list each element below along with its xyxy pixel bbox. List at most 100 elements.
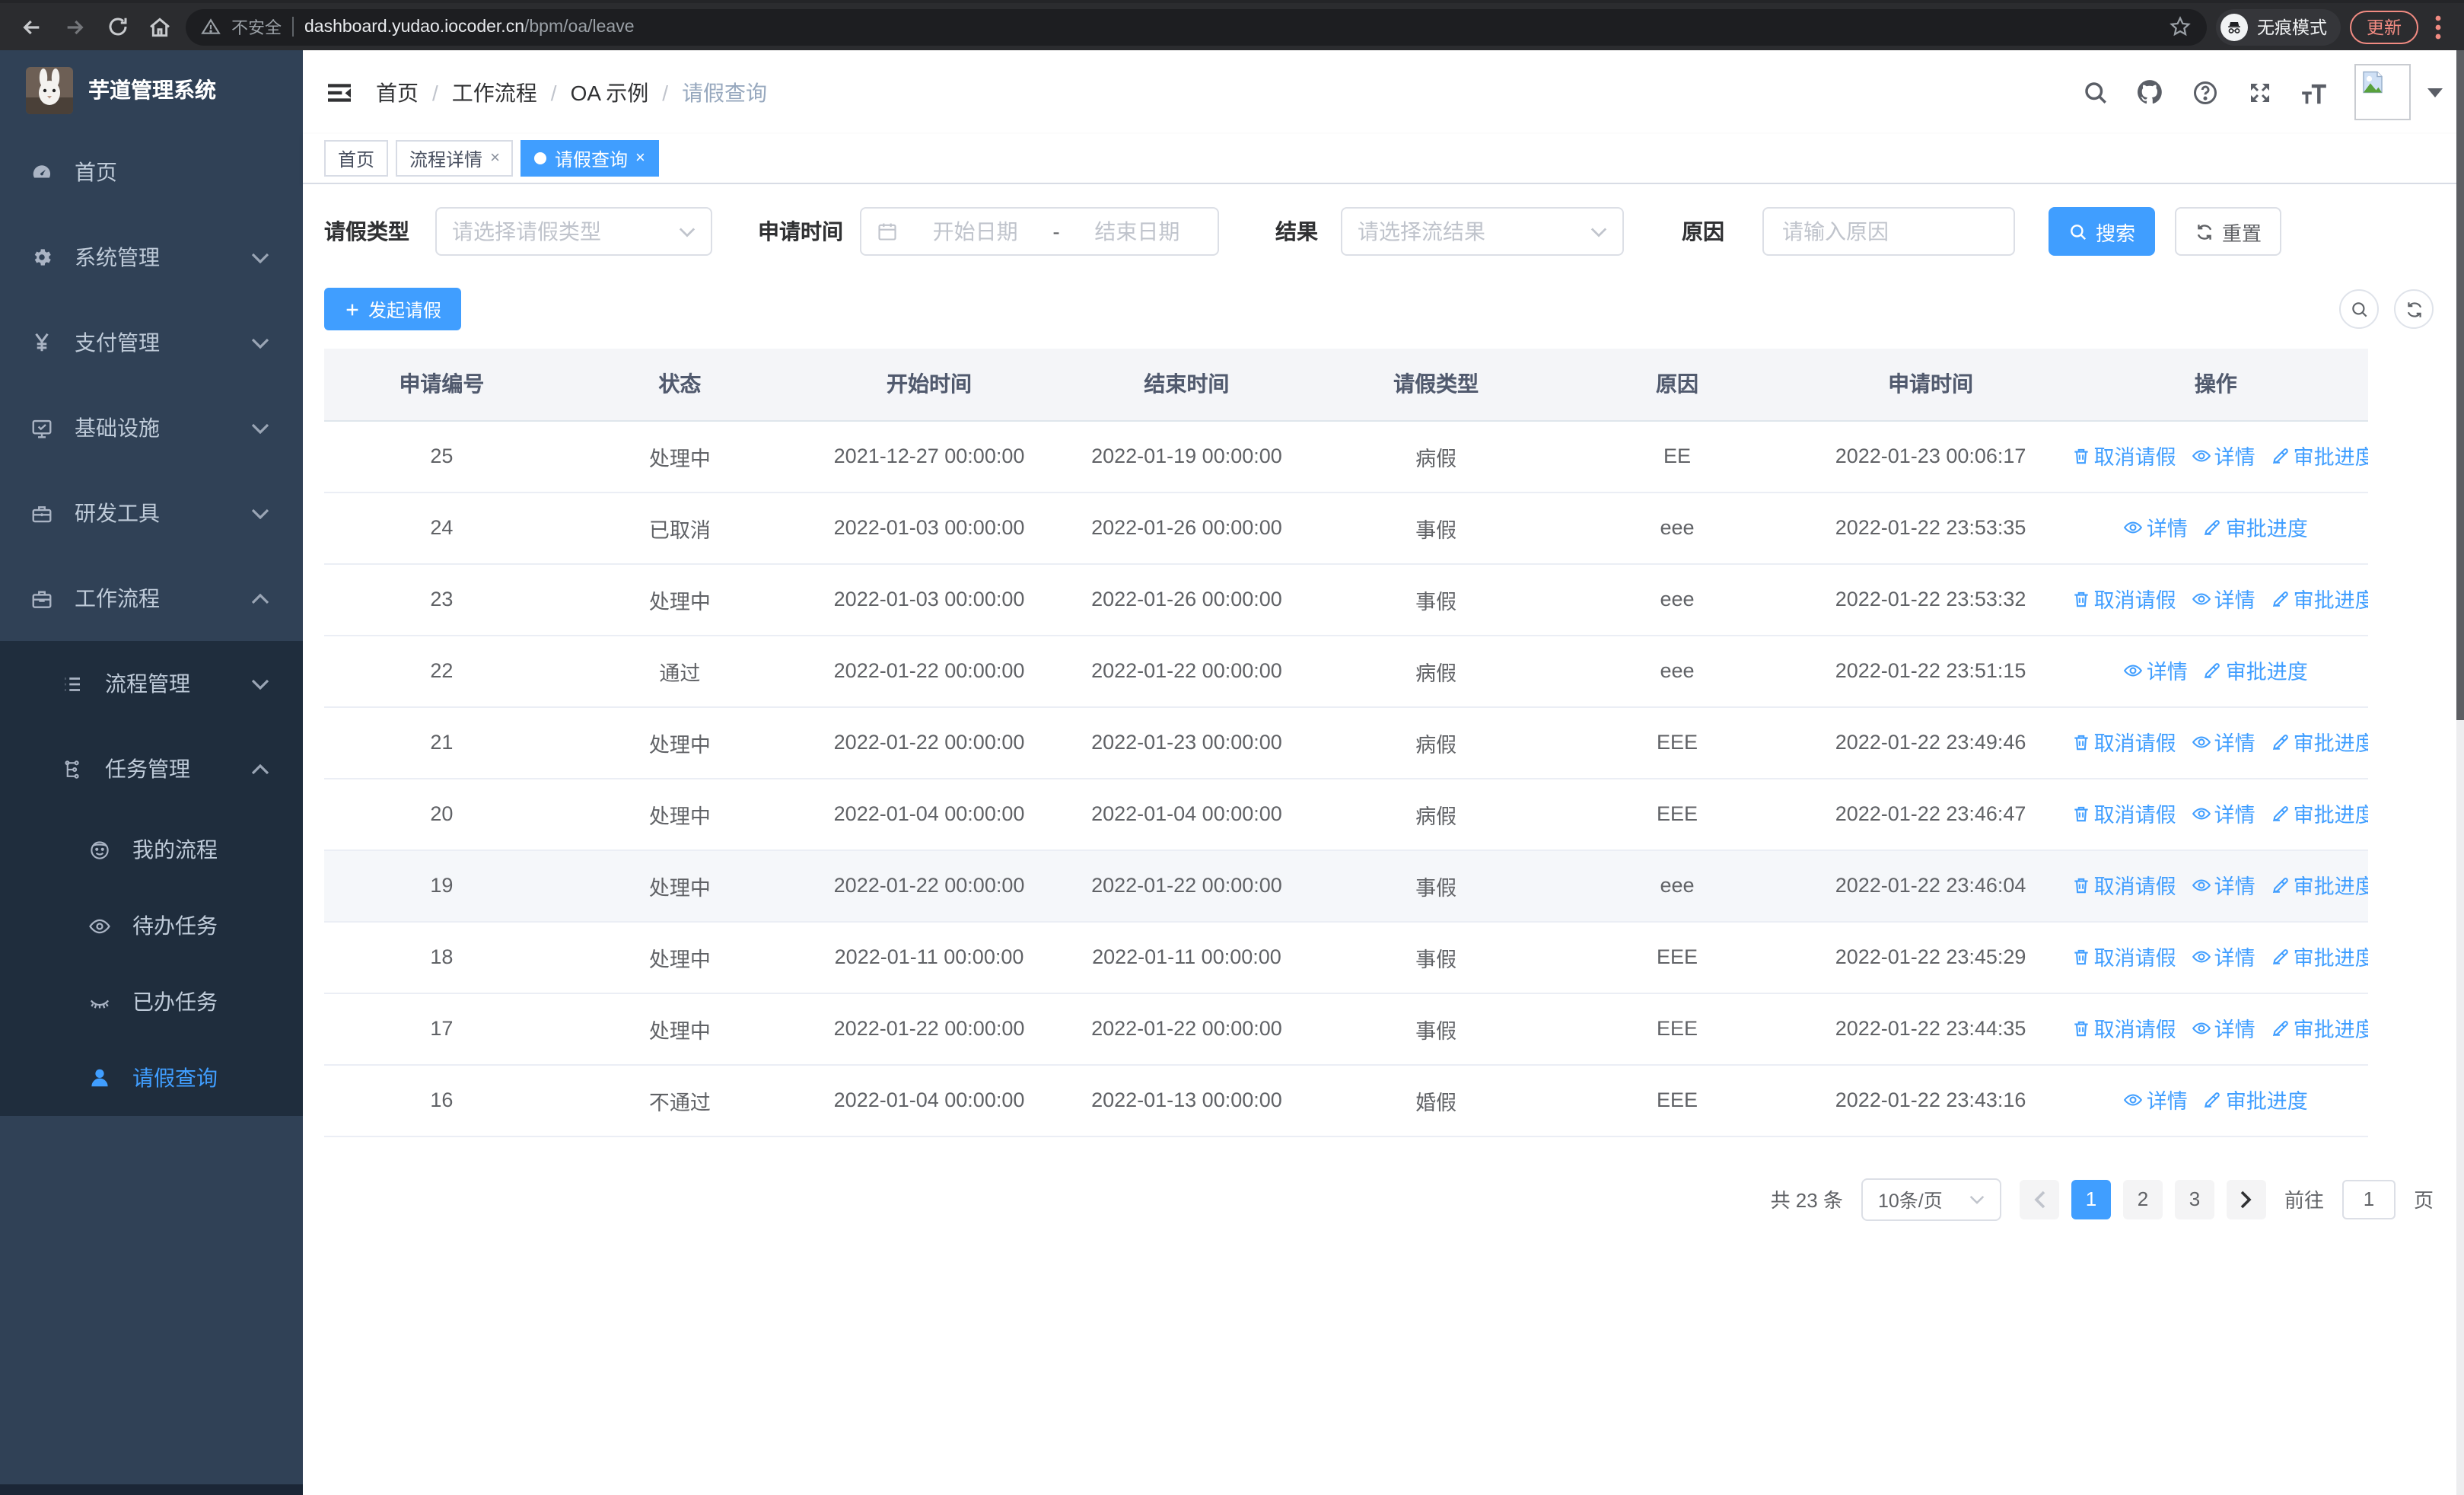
progress-action-link[interactable]: 审批进度 (2271, 942, 2368, 972)
progress-action-link[interactable]: 审批进度 (2203, 512, 2308, 543)
cell-start-time: 2021-12-27 00:00:00 (800, 420, 1059, 492)
toolbox-icon (30, 502, 53, 524)
progress-action-link[interactable]: 审批进度 (2271, 870, 2368, 901)
sidebar-item-dev-tools[interactable]: 研发工具 (0, 470, 303, 556)
font-size-icon[interactable] (2300, 78, 2329, 107)
sidebar-item-system-mgmt[interactable]: 系统管理 (0, 215, 303, 300)
result-select[interactable]: 请选择流结果 (1341, 207, 1624, 256)
action-label: 取消请假 (2093, 589, 2176, 613)
help-icon[interactable] (2190, 78, 2219, 107)
table-row[interactable]: 18 处理中 2022-01-11 00:00:00 2022-01-11 00:00… (324, 921, 2368, 993)
detail-action-link[interactable]: 详情 (2192, 727, 2255, 757)
table-row[interactable]: 24 已取消 2022-01-03 00:00:00 2022-01-26 00:00… (324, 492, 2368, 564)
next-page-button[interactable] (2226, 1179, 2266, 1219)
bookmark-star-icon[interactable] (2169, 15, 2192, 38)
progress-action-link[interactable]: 审批进度 (2203, 655, 2308, 686)
detail-action-link[interactable]: 详情 (2192, 584, 2255, 614)
cancel-action-link[interactable]: 取消请假 (2071, 942, 2176, 972)
url-bar[interactable]: 不安全 dashboard.yudao.iocoder.cn/bpm/oa/le… (186, 8, 2207, 45)
sidebar-item-infrastructure[interactable]: 基础设施 (0, 385, 303, 470)
detail-action-link[interactable]: 详情 (2192, 942, 2255, 972)
detail-action-link[interactable]: 详情 (2192, 1013, 2255, 1044)
progress-action-link[interactable]: 审批进度 (2271, 727, 2368, 757)
apply-time-range[interactable]: 开始日期 - 结束日期 (860, 207, 1219, 256)
github-icon[interactable] (2135, 78, 2164, 107)
scrollbar-thumb[interactable] (2456, 50, 2464, 720)
table-row[interactable]: 20 处理中 2022-01-04 00:00:00 2022-01-04 00:00… (324, 778, 2368, 850)
progress-action-link[interactable]: 审批进度 (2271, 441, 2368, 471)
table-row[interactable]: 23 处理中 2022-01-03 00:00:00 2022-01-26 00:00… (324, 563, 2368, 636)
page-button-3[interactable]: 3 (2174, 1179, 2214, 1219)
page-button-1[interactable]: 1 (2071, 1179, 2111, 1219)
cancel-action-link[interactable]: 取消请假 (2071, 727, 2176, 757)
table-row[interactable]: 22 通过 2022-01-22 00:00:00 2022-01-22 00:00:… (324, 635, 2368, 707)
detail-eye-icon (2192, 446, 2211, 466)
cancel-action-link[interactable]: 取消请假 (2071, 870, 2176, 901)
progress-action-link[interactable]: 审批进度 (2203, 1085, 2308, 1115)
show-search-button[interactable] (2339, 289, 2379, 329)
page-size-select[interactable]: 10条/页 (1861, 1178, 2001, 1220)
reload-icon[interactable] (100, 10, 134, 43)
cancel-action-link[interactable]: 取消请假 (2071, 584, 2176, 614)
table-row[interactable]: 21 处理中 2022-01-22 00:00:00 2022-01-23 00:00… (324, 706, 2368, 779)
search-icon[interactable] (2080, 78, 2109, 107)
breadcrumb-item[interactable]: 工作流程 (452, 77, 537, 107)
reset-button[interactable]: 重置 (2175, 207, 2281, 256)
leave-type-select[interactable]: 请选择请假类型 (435, 207, 712, 256)
vertical-scrollbar[interactable] (2456, 50, 2464, 1495)
sidebar-item-payment-mgmt[interactable]: 支付管理 (0, 300, 303, 385)
sidebar-item-home[interactable]: 首页 (0, 129, 303, 215)
sidebar-item-process-mgmt[interactable]: 流程管理 (0, 641, 303, 726)
update-button[interactable]: 更新 (2350, 10, 2418, 43)
refresh-table-button[interactable] (2394, 289, 2434, 329)
forward-icon[interactable] (58, 10, 91, 43)
detail-action-link[interactable]: 详情 (2124, 655, 2188, 686)
close-icon[interactable]: × (635, 149, 645, 167)
progress-action-link[interactable]: 审批进度 (2271, 1013, 2368, 1044)
page-button-2[interactable]: 2 (2122, 1179, 2163, 1219)
detail-action-link[interactable]: 详情 (2192, 799, 2255, 829)
browser-menu-icon[interactable] (2427, 14, 2449, 39)
create-leave-button[interactable]: 发起请假 (324, 288, 462, 330)
tab-process-detail[interactable]: 流程详情 × (396, 140, 514, 177)
sidebar-item-workflow[interactable]: 工作流程 (0, 556, 303, 641)
avatar[interactable] (2354, 64, 2411, 120)
table-row[interactable]: 25 处理中 2021-12-27 00:00:00 2022-01-19 00:00… (324, 420, 2368, 492)
sidebar-collapse-icon[interactable] (324, 77, 355, 107)
cell-end-time: 2022-01-22 00:00:00 (1058, 635, 1316, 707)
cancel-action-link[interactable]: 取消请假 (2071, 1013, 2176, 1044)
goto-page-input[interactable]: 1 (2341, 1179, 2396, 1219)
back-icon[interactable] (15, 10, 49, 43)
detail-action-link[interactable]: 详情 (2124, 1085, 2188, 1115)
detail-action-link[interactable]: 详情 (2124, 512, 2188, 543)
breadcrumb-item[interactable]: OA 示例 (571, 77, 649, 107)
cell-reason: eee (1556, 563, 1798, 636)
table-row[interactable]: 19 处理中 2022-01-22 00:00:00 2022-01-22 00:00… (324, 850, 2368, 922)
breadcrumb-item[interactable]: 首页 (376, 77, 419, 107)
action-label: 详情 (2214, 589, 2255, 613)
progress-action-link[interactable]: 审批进度 (2271, 584, 2368, 614)
cancel-action-link[interactable]: 取消请假 (2071, 799, 2176, 829)
close-icon[interactable]: × (490, 149, 500, 167)
detail-action-link[interactable]: 详情 (2192, 441, 2255, 471)
reason-input[interactable]: 请输入原因 (1762, 207, 2015, 256)
column-header: 请假类型 (1315, 349, 1557, 421)
table-row[interactable]: 17 处理中 2022-01-22 00:00:00 2022-01-22 00:00… (324, 993, 2368, 1065)
sidebar-item-done-tasks[interactable]: 已办任务 (0, 964, 303, 1040)
sidebar-item-my-process[interactable]: 我的流程 (0, 811, 303, 888)
avatar-caret-icon[interactable] (2427, 88, 2443, 97)
fullscreen-icon[interactable] (2245, 78, 2274, 107)
prev-page-button[interactable] (2019, 1179, 2059, 1219)
sidebar-item-todo-tasks[interactable]: 待办任务 (0, 888, 303, 964)
home-icon[interactable] (143, 10, 177, 43)
table-row[interactable]: 16 不通过 2022-01-04 00:00:00 2022-01-13 00:00… (324, 1064, 2368, 1136)
progress-action-link[interactable]: 审批进度 (2271, 799, 2368, 829)
search-button[interactable]: 搜索 (2049, 207, 2155, 256)
sidebar-logo-row[interactable]: 芋道管理系统 (0, 50, 303, 129)
detail-action-link[interactable]: 详情 (2192, 870, 2255, 901)
tab-leave-query[interactable]: 请假查询 × (520, 140, 659, 177)
sidebar-item-task-mgmt[interactable]: 任务管理 (0, 726, 303, 811)
sidebar-item-leave-query[interactable]: 请假查询 (0, 1040, 303, 1116)
tab-home[interactable]: 首页 (324, 140, 389, 177)
cancel-action-link[interactable]: 取消请假 (2071, 441, 2176, 471)
